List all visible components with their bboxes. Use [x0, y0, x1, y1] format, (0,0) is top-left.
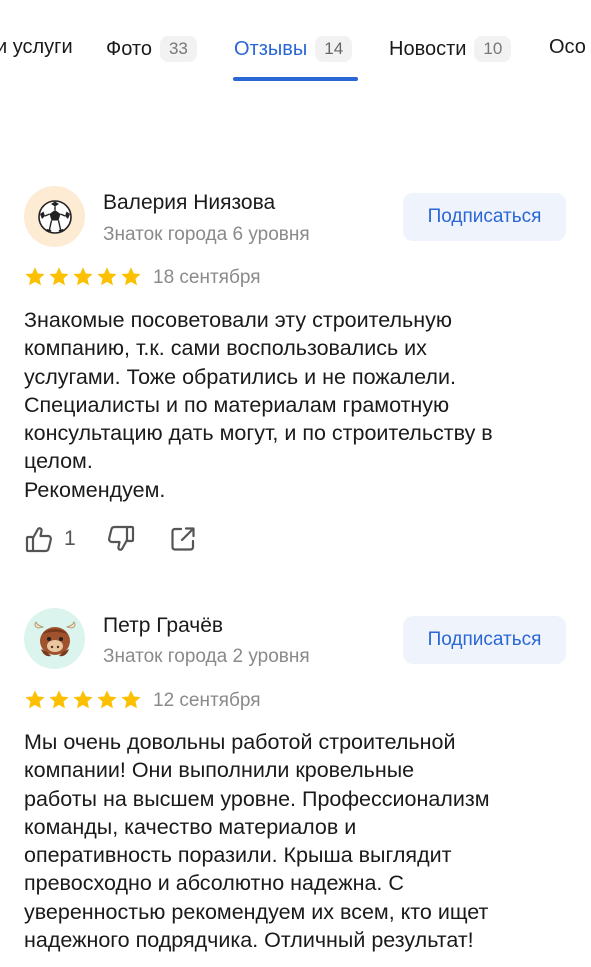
- star-rating: [24, 689, 142, 711]
- active-tab-indicator: [233, 77, 358, 81]
- thumbs-up-icon: [25, 527, 53, 553]
- star-icon: [49, 690, 69, 709]
- yak-icon: [34, 620, 75, 656]
- author-avatar[interactable]: [24, 186, 85, 247]
- author-level: Знаток города 6 уровня: [103, 224, 310, 245]
- share-icon: [171, 527, 195, 551]
- review-text: Знакомые посоветовали эту строительную к…: [24, 308, 493, 502]
- author-avatar[interactable]: [24, 608, 85, 669]
- tab-services[interactable]: и услуги: [0, 36, 73, 59]
- tab-news-count: 10: [474, 36, 512, 62]
- like-count: 1: [64, 527, 76, 550]
- tab-reviews[interactable]: Отзывы 14: [234, 36, 353, 62]
- star-icon: [97, 267, 117, 286]
- subscribe-button[interactable]: Подписаться: [403, 193, 566, 241]
- star-icon: [25, 267, 45, 286]
- share-button[interactable]: [168, 524, 198, 554]
- tab-photos[interactable]: Фото 33: [106, 36, 197, 62]
- star-icon: [97, 690, 117, 709]
- thumbs-down-icon: [107, 525, 134, 551]
- tab-news[interactable]: Новости 10: [389, 36, 512, 62]
- review-date: 12 сентября: [153, 690, 261, 711]
- tab-photos-count: 33: [159, 36, 197, 62]
- author-name[interactable]: Валерия Ниязова: [103, 191, 275, 215]
- author-level: Знаток города 2 уровня: [103, 646, 310, 667]
- star-icon: [49, 267, 69, 286]
- tab-services-label: и услуги: [0, 36, 73, 58]
- dislike-button[interactable]: [106, 524, 136, 554]
- review-actions: 1: [24, 524, 198, 554]
- star-icon: [121, 690, 141, 709]
- star-icon: [25, 690, 45, 709]
- soccer-ball-icon: [37, 199, 72, 234]
- star-icon: [73, 267, 93, 286]
- tab-bar: и услуги Фото 33 Отзывы 14 Новости 10 Ос…: [0, 0, 591, 90]
- tab-reviews-count: 14: [315, 36, 353, 62]
- tab-photos-label: Фото: [106, 37, 152, 60]
- tab-features[interactable]: Осо: [549, 36, 586, 59]
- like-button[interactable]: 1: [24, 524, 76, 554]
- star-rating: [24, 266, 142, 288]
- star-icon: [73, 690, 93, 709]
- tab-reviews-label: Отзывы: [234, 37, 308, 60]
- star-icon: [121, 267, 141, 286]
- tab-features-label: Осо: [549, 36, 586, 58]
- review-date: 18 сентября: [153, 267, 261, 288]
- author-name[interactable]: Петр Грачёв: [103, 614, 223, 638]
- subscribe-button[interactable]: Подписаться: [403, 616, 566, 664]
- tab-news-label: Новости: [389, 37, 467, 60]
- review-text: Мы очень довольны работой строительной к…: [24, 730, 490, 953]
